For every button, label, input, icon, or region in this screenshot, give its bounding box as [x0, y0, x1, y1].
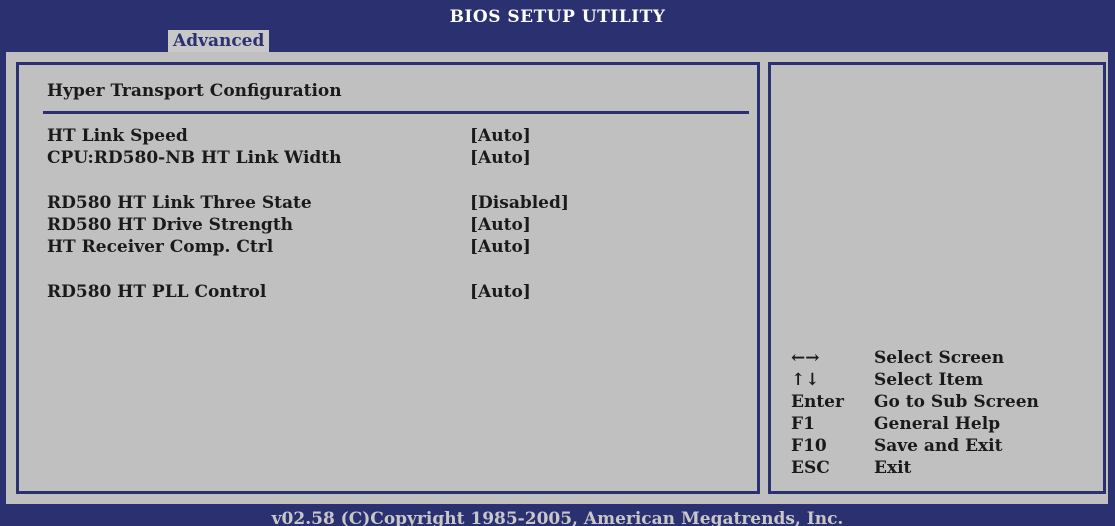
help-pane: ←→ Select Screen ↑↓ Select Item Enter Go…: [768, 62, 1106, 494]
help-desc: Select Screen: [874, 348, 1005, 368]
help-key: Enter: [791, 392, 844, 412]
help-key: F10: [791, 436, 827, 456]
settings-pane: Hyper Transport Configuration HT Link Sp…: [16, 62, 760, 494]
setting-value[interactable]: [Auto]: [470, 281, 531, 303]
setting-label: RD580 HT Drive Strength: [47, 215, 294, 235]
setting-value[interactable]: [Auto]: [470, 125, 531, 147]
setting-value[interactable]: [Auto]: [470, 147, 531, 169]
setting-label: HT Receiver Comp. Ctrl: [47, 237, 274, 257]
title-bar: BIOS SETUP UTILITY Advanced: [0, 0, 1115, 52]
left-right-arrows-icon: ←→: [791, 348, 820, 368]
bios-screen: BIOS SETUP UTILITY Advanced Hyper Transp…: [0, 0, 1115, 526]
help-key: F1: [791, 414, 815, 434]
help-desc: General Help: [874, 414, 1001, 434]
setting-value[interactable]: [Auto]: [470, 214, 531, 236]
setting-value[interactable]: [Auto]: [470, 236, 531, 258]
help-desc: Exit: [874, 458, 912, 478]
setting-label: RD580 HT Link Three State: [47, 193, 312, 213]
setting-label: RD580 HT PLL Control: [47, 282, 267, 302]
help-desc: Select Item: [874, 370, 984, 390]
window-title: BIOS SETUP UTILITY: [449, 7, 666, 27]
main-panel: Hyper Transport Configuration HT Link Sp…: [6, 52, 1108, 504]
section-divider: [43, 111, 749, 114]
up-down-arrows-icon: ↑↓: [791, 370, 820, 390]
tab-advanced[interactable]: Advanced: [168, 30, 270, 52]
help-desc: Save and Exit: [874, 436, 1003, 456]
copyright-footer: v02.58 (C)Copyright 1985-2005, American …: [271, 509, 844, 526]
help-desc: Go to Sub Screen: [874, 392, 1039, 412]
setting-label: HT Link Speed: [47, 126, 188, 146]
help-key: ESC: [791, 458, 830, 478]
setting-value[interactable]: [Disabled]: [470, 192, 569, 214]
setting-label: CPU:RD580-NB HT Link Width: [47, 148, 342, 168]
section-title: Hyper Transport Configuration: [47, 81, 342, 101]
